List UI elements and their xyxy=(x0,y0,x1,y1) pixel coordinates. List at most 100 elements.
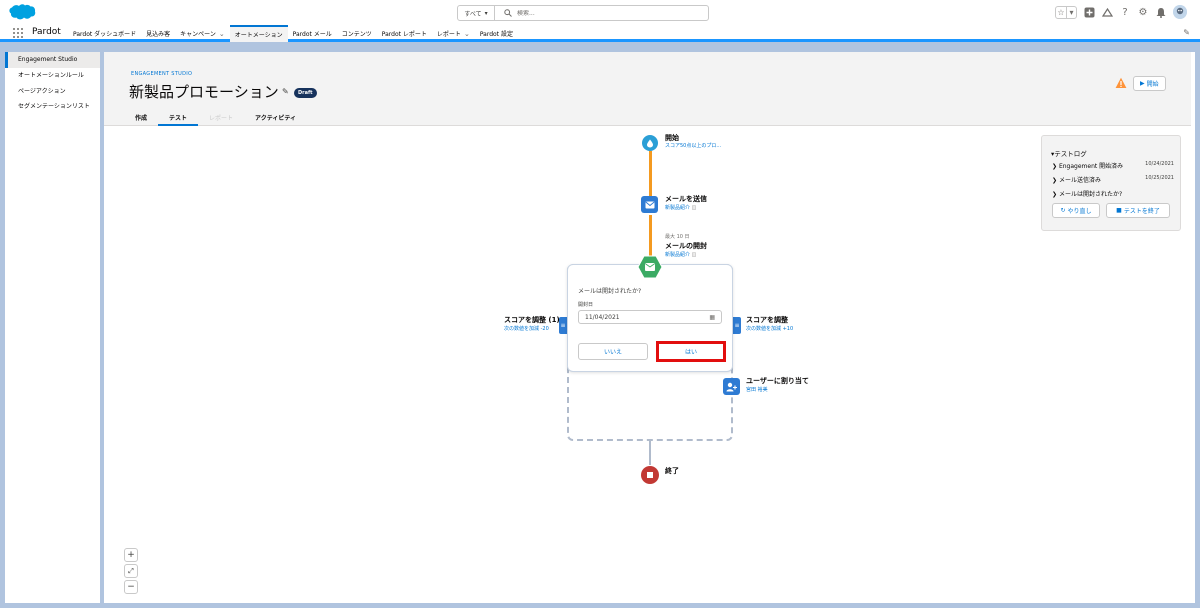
nav-item-label: 見込み客 xyxy=(146,31,171,38)
nav-item-label: キャンペーン xyxy=(180,31,216,38)
no-button[interactable]: いいえ xyxy=(578,343,648,360)
user-avatar[interactable] xyxy=(1173,5,1187,19)
add-icon[interactable] xyxy=(1083,6,1095,18)
log-row[interactable]: ❯ メール送信済み 10/25/2021 xyxy=(1052,175,1174,184)
edit-nav-icon[interactable]: ✎ xyxy=(1183,28,1190,37)
send-email-label: メールを送信 xyxy=(665,195,707,203)
chevron-down-icon[interactable]: ▾ xyxy=(1066,6,1076,18)
end-test-button[interactable]: ■ テストを終了 xyxy=(1106,203,1170,218)
chevron-right-icon: ❯ xyxy=(1052,191,1058,198)
nav-item-pardot-email[interactable]: Pardot メール xyxy=(288,25,337,42)
sidebar-item-page-actions[interactable]: ページアクション xyxy=(5,84,100,100)
main-content: ENGAGEMENT STUDIO 新製品プロモーション ✎ Draft 作成 … xyxy=(104,52,1195,603)
log-row[interactable]: ❯ メールは開封されたか? xyxy=(1052,189,1174,198)
gear-icon[interactable]: ⚙ xyxy=(1137,6,1149,18)
assign-user-label: ユーザーに割り当て xyxy=(746,377,809,385)
open-email-name: 新製品紹介 xyxy=(665,252,691,258)
adjust-score-right-node[interactable]: ≡ xyxy=(733,317,741,334)
app-nav-bar: Pardot Pardot ダッシュボード 見込み客 キャンペーン ⌄ オートメー… xyxy=(0,25,1200,42)
chevron-down-icon[interactable]: ⌄ xyxy=(219,30,225,38)
nav-item-label: レポート xyxy=(436,31,461,38)
flow-line-end xyxy=(649,441,651,465)
trailhead-icon[interactable] xyxy=(1101,6,1113,18)
adjust-score-right-sub: 次の数値を加減 +10 xyxy=(746,326,794,332)
start-button-label: 開始 xyxy=(1146,81,1159,88)
nav-item-reports[interactable]: レポート ⌄ xyxy=(432,25,475,42)
zoom-in-button[interactable]: + xyxy=(124,548,138,562)
sidebar-item-engagement-studio[interactable]: Engagement Studio xyxy=(5,52,100,68)
score-icon: ≡ xyxy=(560,322,566,329)
yes-button[interactable]: はい xyxy=(656,341,726,362)
chevron-down-icon[interactable]: ⌄ xyxy=(464,30,470,38)
edit-title-icon[interactable]: ✎ xyxy=(282,87,289,96)
star-icon[interactable]: ☆ xyxy=(1056,7,1066,18)
app-launcher-icon[interactable] xyxy=(13,28,23,38)
start-button[interactable]: ▶ 開始 xyxy=(1133,76,1166,91)
log-row[interactable]: ❯ Engagement 開始済み 10/24/2021 xyxy=(1052,161,1174,170)
flow-line-start xyxy=(649,151,652,199)
nav-item-pardot-settings[interactable]: Pardot 設定 xyxy=(475,25,518,42)
nav-item-automation[interactable]: オートメーション xyxy=(229,25,288,42)
end-node[interactable] xyxy=(641,466,659,484)
test-log-panel: ▾テストログ ❯ Engagement 開始済み 10/24/2021 ❯ メール… xyxy=(1041,135,1181,231)
adjust-score-left-node[interactable]: ≡ xyxy=(559,317,567,334)
undo-button[interactable]: ↻ やり直し xyxy=(1052,203,1100,218)
flow-canvas[interactable]: 開始 スコア50点以上のプロ... メールを送信 新製品紹介 ◫ 最大 10 日… xyxy=(104,127,1191,603)
nav-item-prospects[interactable]: 見込み客 xyxy=(141,25,175,42)
nav-item-label: Pardot 設定 xyxy=(479,31,513,38)
send-email-sub[interactable]: 新製品紹介 ◫ xyxy=(665,204,696,211)
test-log-title[interactable]: ▾テストログ xyxy=(1051,148,1087,158)
send-email-name: 新製品紹介 xyxy=(665,205,691,211)
rule-question: メールは開封されたか? xyxy=(578,288,642,295)
page-tabs: 作成 テスト レポート アクティビティ xyxy=(124,110,307,126)
adjust-score-right-label: スコアを調整 xyxy=(746,316,788,324)
adjust-score-left-sub: 次の数値を加減 -20 xyxy=(504,326,549,332)
log-row-label: メールは開封されたか? xyxy=(1058,191,1123,198)
fit-to-screen-button[interactable]: ⤢ xyxy=(124,564,138,578)
calendar-icon[interactable]: ▦ xyxy=(709,314,715,321)
email-icon xyxy=(645,201,654,208)
bell-icon[interactable] xyxy=(1155,6,1167,18)
global-search: すべて ▾ xyxy=(457,5,709,21)
page-eyebrow: ENGAGEMENT STUDIO xyxy=(131,71,193,77)
undo-button-label: やり直し xyxy=(1067,208,1092,215)
test-log-title-text: テストログ xyxy=(1054,150,1087,158)
search-icon xyxy=(503,8,513,18)
sidebar-item-segmentation-lists[interactable]: セグメンテーションリスト xyxy=(5,99,100,115)
open-email-sub[interactable]: 新製品紹介 ◫ xyxy=(665,251,696,258)
sidebar: Engagement Studio オートメーションルール ページアクション セ… xyxy=(5,52,100,603)
nav-item-pardot-dashboard[interactable]: Pardot ダッシュボード xyxy=(68,25,141,42)
send-email-node[interactable] xyxy=(641,196,658,213)
warning-icon[interactable] xyxy=(1115,77,1127,89)
status-badge: Draft xyxy=(294,88,317,98)
nav-item-label: コンテンツ xyxy=(341,31,372,38)
help-icon[interactable]: ? xyxy=(1119,6,1131,18)
preview-icon[interactable]: ◫ xyxy=(692,252,697,258)
nav-item-label: Pardot メール xyxy=(292,31,332,38)
search-input[interactable] xyxy=(517,9,697,17)
nav-item-campaigns[interactable]: キャンペーン ⌄ xyxy=(175,25,230,42)
tab-activity[interactable]: アクティビティ xyxy=(244,110,307,126)
search-scope-select[interactable]: すべて ▾ xyxy=(458,6,495,20)
assign-user-node[interactable] xyxy=(723,378,740,395)
nav-item-label: オートメーション xyxy=(234,32,283,39)
app-name: Pardot xyxy=(32,27,61,37)
stop-icon xyxy=(647,472,653,478)
start-sub[interactable]: スコア50点以上のプロ... xyxy=(665,142,721,149)
end-label: 終了 xyxy=(665,467,679,475)
start-node[interactable] xyxy=(642,135,658,151)
tab-test[interactable]: テスト xyxy=(158,110,199,126)
nav-item-pardot-reports[interactable]: Pardot レポート xyxy=(377,25,432,42)
open-email-node[interactable] xyxy=(637,255,663,279)
preview-icon[interactable]: ◫ xyxy=(692,205,697,211)
search-scope-label: すべて xyxy=(464,10,482,18)
sidebar-item-automation-rules[interactable]: オートメーションルール xyxy=(5,68,100,84)
header-icons: ☆ ▾ ? ⚙ xyxy=(1055,5,1187,19)
open-email-meta: 最大 10 日 xyxy=(665,234,690,240)
nav-items: Pardot ダッシュボード 見込み客 キャンペーン ⌄ オートメーション Par… xyxy=(68,25,518,42)
zoom-out-button[interactable]: − xyxy=(124,580,138,594)
date-field[interactable]: 11/04/2021 ▦ xyxy=(578,310,722,324)
nav-item-content[interactable]: コンテンツ xyxy=(337,25,377,42)
tab-build[interactable]: 作成 xyxy=(124,110,158,126)
salesforce-logo[interactable] xyxy=(8,3,36,22)
